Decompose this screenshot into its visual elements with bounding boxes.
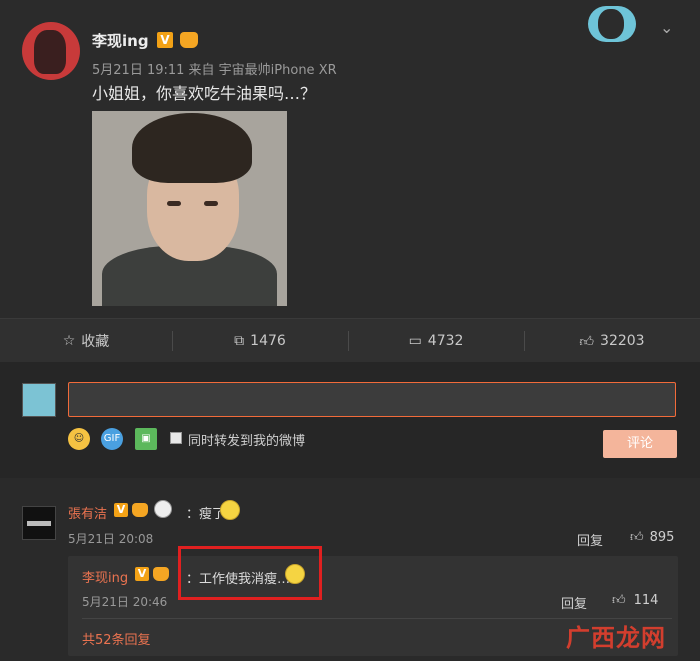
repost-checkbox-label: 同时转发到我的微博 xyxy=(188,434,306,449)
emoji-icon[interactable]: ☺ xyxy=(68,428,90,450)
commenter-name[interactable]: 張有洁 xyxy=(68,503,107,522)
reply-reply-button[interactable]: 回复 xyxy=(561,593,587,612)
comment-text: ：瘦了 xyxy=(186,507,226,522)
member-crown-icon xyxy=(132,503,148,517)
member-crown-icon xyxy=(180,32,198,48)
repost-count: 1476 xyxy=(250,333,286,349)
reply-like-button[interactable]: 👍︎ 114 xyxy=(612,593,658,608)
my-avatar xyxy=(22,383,56,417)
verified-badge-icon: V xyxy=(114,503,128,517)
post-author-name[interactable]: 李现ing xyxy=(92,30,149,51)
panda-emoji-icon xyxy=(154,500,172,518)
reply-time: 5月21日 20:46 xyxy=(82,595,168,609)
favorite-button[interactable]: ☆ 收藏 xyxy=(0,319,172,363)
comment-composer xyxy=(0,362,700,478)
post-action-bar: ☆ 收藏 ⧉ 1476 ▭ 4732 👍︎ 32203 xyxy=(0,318,700,362)
comment-like-button[interactable]: 👍︎ 895 xyxy=(630,530,674,545)
post-meta: 5月21日 19:11 来自 宇宙最帅iPhone XR xyxy=(92,63,337,78)
member-crown-icon xyxy=(153,567,169,581)
comment-reply-button[interactable]: 回复 xyxy=(577,530,603,549)
post-photo[interactable] xyxy=(92,111,287,306)
thumbs-up-icon: 👍︎ xyxy=(579,333,595,350)
repost-icon: ⧉ xyxy=(234,333,245,349)
post-text: 小姐姐，你喜欢吃牛油果吗…？ xyxy=(92,84,317,103)
thumbs-up-icon: 👍︎ xyxy=(612,593,626,608)
gif-icon[interactable]: GIF xyxy=(101,428,123,450)
chevron-down-icon[interactable]: ⌄ xyxy=(660,18,673,37)
author-avatar[interactable] xyxy=(22,22,80,80)
profile-avatar[interactable] xyxy=(588,6,636,42)
verified-badge-icon: V xyxy=(135,567,149,581)
repost-checkbox[interactable] xyxy=(170,432,182,444)
verified-badge-icon: V xyxy=(157,32,173,48)
comment-button[interactable]: ▭ 4732 xyxy=(348,319,524,363)
submit-comment-button[interactable]: 评论 xyxy=(603,430,677,458)
reply-like-count: 114 xyxy=(633,593,659,608)
favorite-label: 收藏 xyxy=(81,334,110,350)
comment-like-count: 895 xyxy=(649,530,675,545)
thumbs-up-icon: 👍︎ xyxy=(630,530,644,545)
comment-icon: ▭ xyxy=(408,333,422,349)
more-replies-link[interactable]: 共52条回复 xyxy=(82,629,151,648)
like-button[interactable]: 👍︎ 32203 xyxy=(524,319,700,363)
comment-time: 5月21日 20:08 xyxy=(68,532,154,546)
watermark: 广西龙网 xyxy=(566,624,666,652)
highlight-box xyxy=(178,546,322,600)
image-icon[interactable]: ▣ xyxy=(135,428,157,450)
comment-input[interactable] xyxy=(68,382,676,417)
emoji-icon xyxy=(220,500,240,520)
commenter-avatar[interactable] xyxy=(22,506,56,540)
reply-author-name[interactable]: 李现ing xyxy=(82,567,128,586)
post-card: 李现ing V 5月21日 19:11 来自 宇宙最帅iPhone XR 小姐姐… xyxy=(0,0,700,318)
star-icon: ☆ xyxy=(62,333,76,349)
like-count: 32203 xyxy=(600,333,645,349)
comment-count: 4732 xyxy=(427,333,464,349)
repost-button[interactable]: ⧉ 1476 xyxy=(172,319,348,363)
